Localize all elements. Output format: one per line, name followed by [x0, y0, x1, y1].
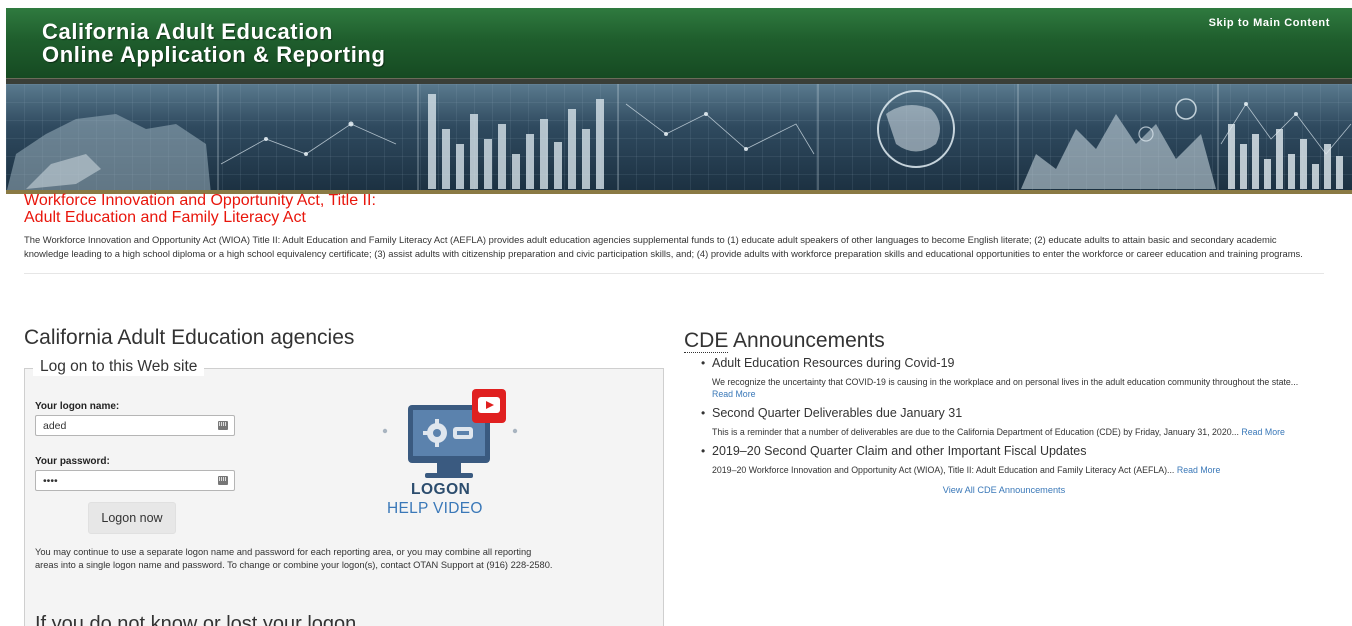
section-divider — [24, 273, 1324, 274]
page: California Adult Education Online Applic… — [6, 8, 1352, 194]
announcement-summary: This is a reminder that a number of deli… — [712, 427, 1239, 437]
announcement-title: 2019–20 Second Quarter Claim and other I… — [712, 444, 1087, 458]
announcement-title: Adult Education Resources during Covid-1… — [712, 356, 955, 370]
announcement-body: 2019–20 Workforce Innovation and Opportu… — [712, 464, 1302, 476]
read-more-link[interactable]: Read More — [1241, 427, 1285, 437]
announcements-heading: CDE Announcements — [684, 329, 1324, 353]
read-more-link[interactable]: Read More — [712, 389, 756, 399]
wioa-description: The Workforce Innovation and Opportunity… — [24, 234, 1303, 259]
skip-to-main-content-link[interactable]: Skip to Main Content — [1209, 17, 1330, 29]
announcement-body: We recognize the uncertainty that COVID-… — [712, 376, 1302, 400]
logon-legend: Log on to this Web site — [33, 358, 205, 376]
banner-image — [6, 84, 1352, 194]
site-header: California Adult Education Online Applic… — [6, 8, 1352, 78]
bullet: • — [701, 356, 706, 370]
password-label: Your password: — [35, 456, 110, 467]
announcement-item: • Adult Education Resources during Covid… — [684, 355, 1324, 405]
site-title-line2: Online Application & Reporting — [42, 42, 386, 67]
wioa-heading-line2: Adult Education and Family Literacy Act — [24, 209, 306, 226]
username-label: Your logon name: — [35, 401, 120, 412]
bullet: • — [701, 444, 706, 458]
site-title: California Adult Education Online Applic… — [42, 20, 386, 66]
help-video-label-line2[interactable]: HELP VIDEO — [387, 500, 483, 518]
announcement-item: • Second Quarter Deliverables due Januar… — [684, 405, 1324, 443]
wioa-heading-line1: Workforce Innovation and Opportunity Act… — [24, 192, 376, 209]
main-content: Workforce Innovation and Opportunity Act… — [24, 192, 1324, 626]
announcement-body: This is a reminder that a number of deli… — [712, 426, 1302, 438]
username-input[interactable] — [35, 415, 235, 436]
bullet: • — [701, 406, 706, 420]
read-more-link[interactable]: Read More — [1177, 465, 1221, 475]
wioa-heading: Workforce Innovation and Opportunity Act… — [24, 192, 1324, 226]
keyboard-icon[interactable] — [218, 421, 228, 430]
agencies-heading: California Adult Education agencies — [24, 326, 355, 349]
help-video-label-line1[interactable]: LOGON — [411, 481, 470, 499]
announcements-column: CDE Announcements • Adult Education Reso… — [684, 329, 1324, 495]
logon-note: You may continue to use a separate logon… — [35, 547, 553, 570]
announcements-heading-text: Announcements — [728, 329, 885, 352]
logon-fieldset: Log on to this Web site Your logon name:… — [24, 358, 664, 626]
announcement-summary: 2019–20 Workforce Innovation and Opportu… — [712, 465, 1175, 475]
monitor-video-icon — [382, 389, 518, 478]
announcement-summary: We recognize the uncertainty that COVID-… — [712, 377, 1299, 387]
announcements-list: • Adult Education Resources during Covid… — [684, 355, 1324, 476]
announcement-title: Second Quarter Deliverables due January … — [712, 406, 963, 420]
banner-graphic — [6, 84, 1352, 190]
announcement-item: • 2019–20 Second Quarter Claim and other… — [684, 443, 1324, 476]
site-title-line1: California Adult Education — [42, 19, 334, 44]
view-all-announcements-link[interactable]: View All CDE Announcements — [943, 485, 1065, 495]
login-column: California Adult Education agencies Log … — [24, 326, 664, 626]
keyboard-icon[interactable] — [218, 476, 228, 485]
cde-abbreviation: CDE — [684, 329, 729, 353]
logon-button[interactable]: Logon now — [88, 502, 176, 534]
view-all-announcements-wrap: View All CDE Announcements — [684, 485, 1324, 495]
lost-logon-heading: If you do not know or lost your logon — [35, 613, 357, 626]
password-input[interactable] — [35, 470, 235, 491]
